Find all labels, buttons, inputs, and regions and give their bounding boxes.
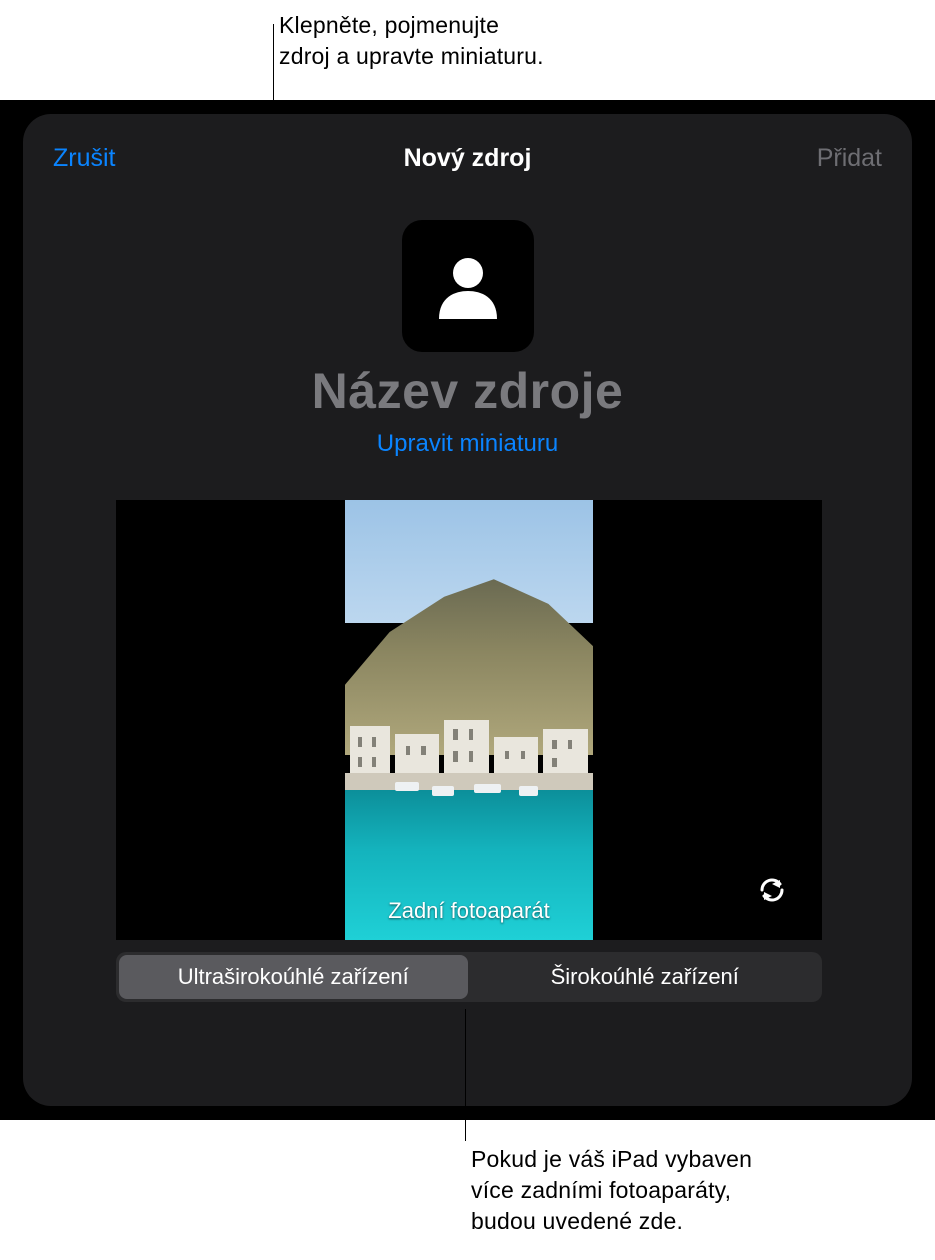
segment-wide[interactable]: Širokoúhlé zařízení (471, 955, 820, 999)
segment-ultrawide[interactable]: Ultraširokoúhlé zařízení (119, 955, 468, 999)
callout-top-text: Klepněte, pojmenujte zdroj a upravte min… (279, 10, 544, 72)
segment-wide-label: Širokoúhlé zařízení (551, 964, 739, 990)
callout-bottom-leader-line (465, 1009, 466, 1141)
add-button[interactable]: Přidat (817, 144, 882, 173)
callout-top-line: Klepněte, pojmenujte zdroj a upravte min… (279, 12, 544, 69)
cancel-label: Zrušit (53, 144, 116, 172)
switch-camera-icon (750, 868, 794, 912)
avatar-thumbnail[interactable] (402, 220, 534, 352)
cancel-button[interactable]: Zrušit (53, 144, 116, 173)
camera-preview: Zadní fotoaparát (116, 500, 822, 940)
switch-camera-button[interactable] (744, 862, 800, 918)
edit-thumbnail-link[interactable]: Upravit miniaturu (377, 430, 558, 458)
sheet-header: Zrušit Nový zdroj Přidat (23, 114, 912, 204)
callout-bottom-text: Pokud je váš iPad vybaven více zadními f… (471, 1144, 752, 1237)
edit-thumbnail-label: Upravit miniaturu (377, 430, 558, 457)
source-name-field[interactable]: Název zdroje (312, 362, 624, 420)
source-name-placeholder: Název zdroje (312, 363, 624, 419)
camera-label: Zadní fotoaparát (388, 898, 549, 924)
person-icon (429, 247, 507, 325)
segment-ultrawide-label: Ultraširokoúhlé zařízení (178, 964, 409, 990)
camera-preview-image (345, 500, 593, 940)
callout-bottom-line: Pokud je váš iPad vybaven více zadními f… (471, 1146, 752, 1234)
camera-label-text: Zadní fotoaparát (388, 898, 549, 923)
sheet-title-label: Nový zdroj (404, 144, 532, 172)
sheet-title: Nový zdroj (404, 144, 532, 173)
new-source-sheet: Zrušit Nový zdroj Přidat Název zdroje Up… (23, 114, 912, 1106)
add-label: Přidat (817, 144, 882, 172)
camera-lens-segmented[interactable]: Ultraširokoúhlé zařízení Širokoúhlé zaří… (116, 952, 822, 1002)
